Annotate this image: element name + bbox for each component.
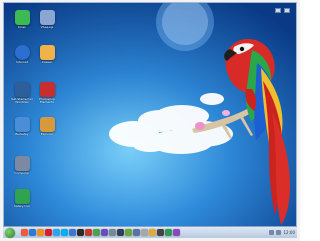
taskbar: 12:00 (3, 226, 297, 238)
flash-icon[interactable] (85, 229, 92, 236)
app-icon[interactable] (173, 229, 180, 236)
folder-amber-icon (39, 45, 55, 60)
screen: Kiosk Vbaqsqs Internet Caesar Get Starte… (0, 0, 300, 241)
desktop-icon-3[interactable]: Caesar (33, 45, 61, 73)
desktop-icon-8[interactable]: Computer (8, 156, 36, 184)
leaf-icon[interactable] (125, 229, 132, 236)
clock-text: 12:00 (283, 230, 295, 235)
desktop-icon-label: Explorer (40, 132, 54, 136)
chat-icon[interactable] (101, 229, 108, 236)
app-icon (14, 189, 30, 204)
desktop-icon-label: Vbaqsqs (40, 25, 54, 29)
steam-icon[interactable] (117, 229, 124, 236)
globe-icon (14, 45, 30, 60)
monitor-icon (14, 156, 30, 171)
desktop[interactable]: Kiosk Vbaqsqs Internet Caesar Get Starte… (3, 2, 297, 227)
red-app-icon (39, 82, 55, 97)
desktop-icon-1[interactable]: Vbaqsqs (33, 10, 61, 38)
photo-icon[interactable] (93, 229, 100, 236)
ie-icon[interactable] (29, 229, 36, 236)
desktop-icon-7[interactable]: Explorer (33, 117, 61, 145)
network-icon[interactable] (269, 230, 275, 235)
close-icon[interactable] (284, 8, 290, 13)
desktop-icon-label: Internet (16, 60, 28, 64)
desktop-icon-0[interactable]: Kiosk (8, 10, 36, 38)
search-icon[interactable] (133, 229, 140, 236)
folder-icon (39, 117, 55, 132)
desktop-icon-label: Caesar (41, 60, 53, 64)
firefox-icon[interactable] (37, 229, 44, 236)
windows-icon (14, 82, 30, 97)
desktop-icons: Kiosk Vbaqsqs Internet Caesar Get Starte… (4, 3, 296, 226)
shield-icon (14, 117, 30, 132)
minimize-icon[interactable] (275, 8, 281, 13)
mail-icon[interactable] (69, 229, 76, 236)
opera-icon[interactable] (45, 229, 52, 236)
taskbar-apps (21, 229, 180, 236)
safari-icon[interactable] (53, 229, 60, 236)
chrome-icon[interactable] (21, 229, 28, 236)
desktop-icon-label: BioSafey (15, 132, 29, 136)
camera-icon[interactable] (157, 229, 164, 236)
desktop-icon-label: Safety tool (13, 204, 31, 208)
player-icon[interactable] (165, 229, 172, 236)
desktop-icon-label: Kiosk (18, 25, 26, 29)
desktop-icon-9[interactable]: Safety tool (8, 189, 36, 217)
volume-icon[interactable] (276, 230, 282, 235)
desktop-icon-label: Get Started w/ Windows (11, 97, 33, 105)
desktop-icon-4[interactable]: Get Started w/ Windows (8, 82, 36, 110)
desktop-icon-2[interactable]: Internet (8, 45, 36, 73)
tools-icon[interactable] (109, 229, 116, 236)
settings-icon[interactable] (141, 229, 148, 236)
user-green-icon (14, 10, 30, 25)
folder-icon (39, 10, 55, 25)
desktop-icon-label: Computer (14, 171, 30, 175)
desktop-icon-6[interactable]: BioSafey (8, 117, 36, 145)
media-icon[interactable] (77, 229, 84, 236)
desktop-icon-5[interactable]: Photoshop Elements (33, 82, 61, 110)
system-tray: 12:00 (269, 230, 295, 235)
skype-icon[interactable] (61, 229, 68, 236)
folder-icon[interactable] (149, 229, 156, 236)
windows-orb-icon[interactable] (5, 227, 15, 238)
desktop-icon-label: Photoshop Elements (39, 97, 55, 105)
